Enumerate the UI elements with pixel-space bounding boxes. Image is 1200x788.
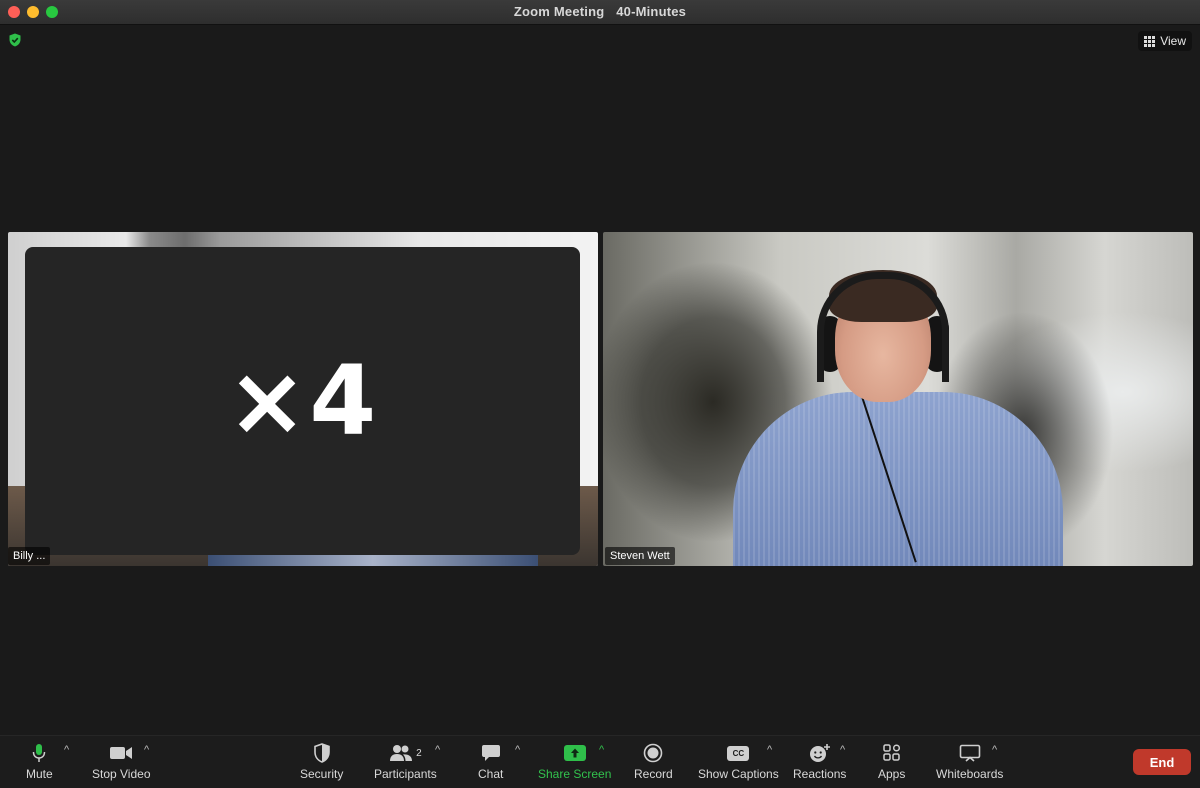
- participants-button[interactable]: 2 Participants: [374, 742, 437, 781]
- time-limit-text: 40-Minutes: [616, 4, 687, 19]
- stop-video-label: Stop Video: [92, 767, 151, 781]
- record-icon: [643, 742, 663, 764]
- captions-options-caret-icon[interactable]: ^: [767, 744, 772, 756]
- headset-band: [817, 272, 949, 382]
- whiteboards-options-caret-icon[interactable]: ^: [992, 744, 997, 756]
- microphone-icon: [31, 742, 47, 764]
- participants-options-caret-icon[interactable]: ^: [435, 744, 440, 756]
- overlay-text: ×4: [226, 345, 379, 457]
- closed-captions-icon: CC: [727, 742, 750, 764]
- reactions-options-caret-icon[interactable]: ^: [840, 744, 845, 756]
- participants-icon: 2: [389, 742, 422, 764]
- participants-label: Participants: [374, 767, 437, 781]
- captions-icon-text: CC: [727, 745, 750, 761]
- chat-label: Chat: [478, 767, 504, 781]
- window-title: Zoom Meeting 40-Minutes: [0, 4, 1200, 19]
- view-button[interactable]: View: [1138, 31, 1192, 51]
- show-captions-label: Show Captions: [698, 767, 779, 781]
- mute-label: Mute: [26, 767, 53, 781]
- chat-bubble-icon: [481, 742, 501, 764]
- grid-icon: [1144, 35, 1156, 47]
- meeting-stage: View ×4 Billy ... Steven Wett: [0, 25, 1200, 735]
- apps-icon: [882, 742, 901, 764]
- record-label: Record: [634, 767, 673, 781]
- apps-label: Apps: [878, 767, 906, 781]
- smiley-plus-icon: [809, 742, 831, 764]
- meeting-toolbar: Mute ^ Stop Video ^ Security 2 Participa…: [0, 735, 1200, 788]
- stop-video-button[interactable]: Stop Video: [92, 742, 151, 781]
- chat-options-caret-icon[interactable]: ^: [515, 744, 520, 756]
- whiteboard-icon: [959, 742, 981, 764]
- video-options-caret-icon[interactable]: ^: [144, 744, 149, 756]
- whiteboards-label: Whiteboards: [936, 767, 1004, 781]
- title-bar: Zoom Meeting 40-Minutes: [0, 0, 1200, 25]
- record-button[interactable]: Record: [634, 742, 673, 781]
- video-participant-image: [733, 392, 1063, 566]
- window-title-text: Zoom Meeting: [513, 4, 605, 19]
- participant-name-tag: Steven Wett: [605, 547, 675, 565]
- encryption-shield-icon[interactable]: [8, 33, 22, 47]
- mute-button[interactable]: Mute: [26, 742, 53, 781]
- video-camera-icon: [109, 742, 133, 764]
- reactions-button[interactable]: Reactions: [793, 742, 846, 781]
- end-meeting-button[interactable]: End: [1133, 749, 1191, 775]
- reactions-label: Reactions: [793, 767, 847, 781]
- apps-button[interactable]: Apps: [878, 742, 905, 781]
- security-button[interactable]: Security: [300, 742, 343, 781]
- overlay-panel: ×4: [25, 247, 580, 555]
- view-label: View: [1160, 34, 1186, 48]
- audio-options-caret-icon[interactable]: ^: [64, 744, 69, 756]
- security-label: Security: [300, 767, 344, 781]
- share-screen-icon: [563, 742, 586, 764]
- security-shield-icon: [313, 742, 331, 764]
- share-screen-label: Share Screen: [538, 767, 612, 781]
- participant-name-tag: Billy ...: [8, 547, 51, 565]
- video-tile-participant-2[interactable]: [603, 232, 1193, 566]
- participants-count: 2: [416, 747, 422, 759]
- chat-button[interactable]: Chat: [478, 742, 503, 781]
- share-options-caret-icon[interactable]: ^: [599, 744, 604, 756]
